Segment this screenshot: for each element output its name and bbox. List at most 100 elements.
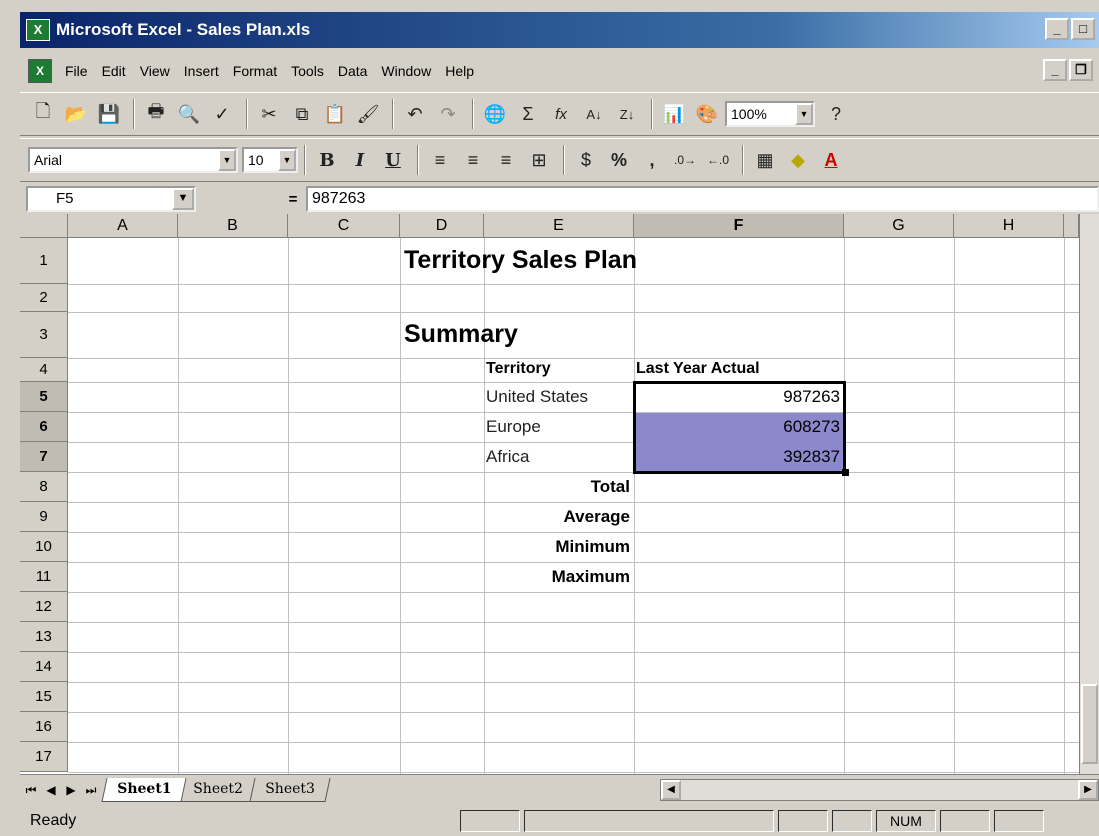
menu-edit[interactable]: Edit: [95, 63, 133, 79]
fill-handle[interactable]: [842, 469, 849, 476]
row-header[interactable]: 1: [20, 238, 68, 284]
hyperlink-icon[interactable]: 🌐: [480, 99, 510, 129]
cut-icon[interactable]: ✂: [254, 99, 284, 129]
territory-cell[interactable]: United States: [486, 387, 588, 407]
row-header[interactable]: 2: [20, 284, 68, 312]
row-header[interactable]: 9: [20, 502, 68, 532]
total-label[interactable]: Total: [486, 477, 630, 497]
scroll-thumb[interactable]: [1081, 684, 1098, 764]
row-header[interactable]: 14: [20, 652, 68, 682]
column-header[interactable]: B: [178, 214, 288, 238]
workbook-icon[interactable]: X: [28, 59, 52, 83]
territory-cell[interactable]: Europe: [486, 417, 541, 437]
vertical-scrollbar[interactable]: [1079, 214, 1099, 774]
column-header[interactable]: C: [288, 214, 400, 238]
autosum-icon[interactable]: Σ: [513, 99, 543, 129]
italic-button[interactable]: I: [345, 145, 375, 175]
percent-button[interactable]: %: [604, 145, 634, 175]
prev-sheet-icon[interactable]: ◀: [42, 779, 60, 801]
row-header[interactable]: 10: [20, 532, 68, 562]
select-all-corner[interactable]: [20, 214, 68, 238]
merge-center-icon[interactable]: ⊞: [524, 145, 554, 175]
underline-button[interactable]: U: [378, 145, 408, 175]
territory-cell[interactable]: Africa: [486, 447, 529, 467]
copy-icon[interactable]: ⧉: [287, 99, 317, 129]
chart-wizard-icon[interactable]: 📊: [659, 99, 689, 129]
help-icon[interactable]: ?: [821, 99, 851, 129]
column-header[interactable]: A: [68, 214, 178, 238]
tab-sheet2[interactable]: Sheet2: [177, 777, 259, 802]
function-icon[interactable]: fx: [546, 99, 576, 129]
menu-file[interactable]: File: [58, 63, 95, 79]
excel-app-icon[interactable]: X: [26, 19, 50, 41]
maximum-label[interactable]: Maximum: [486, 567, 630, 587]
font-color-icon[interactable]: A: [816, 145, 846, 175]
open-icon[interactable]: 📂: [61, 99, 91, 129]
next-sheet-icon[interactable]: ▶: [62, 779, 80, 801]
row-header[interactable]: 3: [20, 312, 68, 358]
currency-icon[interactable]: $: [571, 145, 601, 175]
menu-format[interactable]: Format: [226, 63, 284, 79]
sort-descending-icon[interactable]: Z↓: [612, 99, 642, 129]
print-icon[interactable]: 🖶: [141, 99, 171, 129]
align-right-icon[interactable]: ≡: [491, 145, 521, 175]
column-header[interactable]: E: [484, 214, 634, 238]
bold-button[interactable]: B: [312, 145, 342, 175]
redo-icon[interactable]: ↷: [433, 99, 463, 129]
row-header[interactable]: 7: [20, 442, 68, 472]
comma-button[interactable]: ,: [637, 145, 667, 175]
minimize-button[interactable]: _: [1045, 18, 1069, 40]
format-painter-icon[interactable]: 🖌: [353, 99, 383, 129]
save-icon[interactable]: 💾: [94, 99, 124, 129]
column-header[interactable]: D: [400, 214, 484, 238]
chevron-down-icon[interactable]: ▼: [172, 188, 194, 210]
name-box[interactable]: F5 ▼: [26, 186, 196, 212]
zoom-select[interactable]: 100% ▼: [725, 101, 815, 127]
increase-decimal-icon[interactable]: .0→: [670, 145, 700, 175]
maximize-button[interactable]: □: [1071, 18, 1095, 40]
menu-data[interactable]: Data: [331, 63, 375, 79]
borders-icon[interactable]: ▦: [750, 145, 780, 175]
align-left-icon[interactable]: ≡: [425, 145, 455, 175]
column-header[interactable]: H: [954, 214, 1064, 238]
row-header[interactable]: 12: [20, 592, 68, 622]
menu-tools[interactable]: Tools: [284, 63, 331, 79]
menu-insert[interactable]: Insert: [177, 63, 226, 79]
row-header[interactable]: 16: [20, 712, 68, 742]
drawing-icon[interactable]: 🎨: [692, 99, 722, 129]
menu-window[interactable]: Window: [374, 63, 438, 79]
row-header[interactable]: 11: [20, 562, 68, 592]
paste-icon[interactable]: 📋: [320, 99, 350, 129]
row-header[interactable]: 8: [20, 472, 68, 502]
doc-minimize-button[interactable]: _: [1043, 59, 1067, 81]
formula-equals[interactable]: =: [280, 191, 306, 208]
fill-color-icon[interactable]: ◆: [783, 145, 813, 175]
undo-icon[interactable]: ↶: [400, 99, 430, 129]
column-header[interactable]: G: [844, 214, 954, 238]
sort-ascending-icon[interactable]: A↓: [579, 99, 609, 129]
last-sheet-icon[interactable]: ⏭: [82, 779, 100, 801]
row-header[interactable]: 5: [20, 382, 68, 412]
font-name-select[interactable]: Arial ▼: [28, 147, 238, 173]
doc-restore-button[interactable]: ❐: [1069, 59, 1093, 81]
scroll-left-icon[interactable]: ◀: [661, 780, 681, 800]
minimum-label[interactable]: Minimum: [486, 537, 630, 557]
row-header[interactable]: 13: [20, 622, 68, 652]
chevron-down-icon[interactable]: ▼: [278, 149, 296, 171]
row-header[interactable]: 4: [20, 358, 68, 382]
decrease-decimal-icon[interactable]: ←.0: [703, 145, 733, 175]
tab-sheet1[interactable]: Sheet1: [101, 777, 187, 802]
row-header[interactable]: 6: [20, 412, 68, 442]
scroll-right-icon[interactable]: ▶: [1078, 780, 1098, 800]
menu-view[interactable]: View: [133, 63, 177, 79]
align-center-icon[interactable]: ≡: [458, 145, 488, 175]
column-header[interactable]: [1064, 214, 1079, 238]
print-preview-icon[interactable]: 🔍: [174, 99, 204, 129]
first-sheet-icon[interactable]: ⏮: [22, 779, 40, 801]
new-icon[interactable]: 🗋: [28, 99, 58, 129]
chevron-down-icon[interactable]: ▼: [795, 103, 813, 125]
formula-input[interactable]: 987263: [306, 186, 1099, 212]
tab-sheet3[interactable]: Sheet3: [249, 777, 331, 802]
spelling-icon[interactable]: ✓: [207, 99, 237, 129]
row-header[interactable]: 17: [20, 742, 68, 772]
